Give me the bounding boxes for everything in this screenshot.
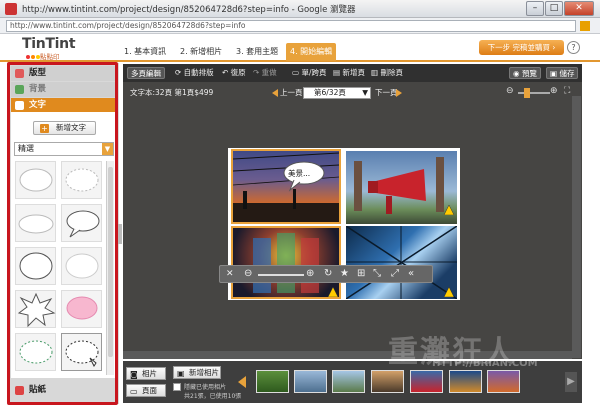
- minimize-button[interactable]: –: [526, 1, 544, 16]
- grid-icon[interactable]: ⊞: [357, 268, 365, 279]
- prev-arrow-icon[interactable]: [272, 89, 278, 97]
- add-photo-label: 新增相片: [189, 368, 219, 377]
- pages-tab-label: 頁面: [142, 386, 157, 395]
- multi-page-edit-button[interactable]: 多頁編輯: [127, 67, 165, 79]
- warning-icon: [443, 204, 455, 216]
- hide-used-checkbox[interactable]: [173, 383, 181, 391]
- save-button[interactable]: ▣ 儲存: [546, 67, 579, 79]
- photo-light-tunnel[interactable]: [231, 226, 341, 299]
- browser-title-bar: http://www.tintint.com/project/design/85…: [0, 0, 600, 18]
- step-apply-theme[interactable]: 3. 套用主題: [232, 43, 282, 61]
- zoom-in-icon[interactable]: ⊕: [550, 86, 558, 96]
- maximize-button[interactable]: □: [545, 1, 563, 16]
- step-start-editing[interactable]: 4. 開始編輯: [286, 43, 337, 61]
- zoom-out-icon[interactable]: ⊖: [506, 86, 514, 96]
- redo-button[interactable]: ↷ 重做: [253, 67, 277, 79]
- chevron-down-icon: ▼: [362, 88, 368, 97]
- add-page-button[interactable]: ▤ 新增頁: [333, 67, 365, 79]
- book-info: 文字本:32頁 第1頁$499: [130, 88, 214, 97]
- page-icon: ▭: [130, 387, 138, 396]
- step-basic-info[interactable]: 1. 基本資訊: [120, 43, 170, 61]
- more-icon[interactable]: «: [408, 268, 414, 279]
- delete-page-button[interactable]: ▥ 刪除頁: [371, 67, 403, 79]
- logo-dots: [26, 52, 41, 61]
- url-field[interactable]: http://www.tintint.com/project/design/85…: [6, 20, 576, 32]
- photos-tab[interactable]: ◙ 相片: [126, 367, 166, 380]
- panel-collapse-handle[interactable]: [118, 224, 122, 244]
- redo-label: 重做: [261, 68, 277, 77]
- add-photo-icon: ▣: [177, 369, 185, 378]
- address-bar: http://www.tintint.com/project/design/85…: [0, 18, 600, 34]
- film-thumb-megaphone[interactable]: [410, 370, 443, 393]
- photos-tab-label: 相片: [142, 369, 157, 378]
- warning-icon: [327, 286, 339, 298]
- delete-page-label: 刪除頁: [380, 68, 403, 77]
- save-label: 儲存: [559, 69, 575, 78]
- close-button[interactable]: ✕: [564, 1, 594, 16]
- page-select[interactable]: 第6/32頁 ▼: [303, 87, 371, 99]
- undo-label: 復原: [230, 68, 246, 77]
- next-arrow-icon[interactable]: [396, 89, 402, 97]
- photo-glass-ceiling[interactable]: [345, 225, 458, 300]
- rotate-icon[interactable]: ↻: [324, 268, 332, 279]
- zoom-slider-handle[interactable]: [524, 88, 530, 98]
- preview-label: 預覽: [521, 69, 537, 78]
- highlight-frame: [7, 62, 118, 405]
- browser-app-icon: [5, 3, 17, 15]
- photo-megaphone[interactable]: [346, 151, 457, 224]
- page-select-value: 第6/32頁: [314, 88, 346, 97]
- fit-icon[interactable]: ⤡: [373, 268, 381, 279]
- add-photo-button[interactable]: ▣ 新增相片: [173, 366, 221, 379]
- next-step-button[interactable]: 下一步 完稿並購買 ›: [479, 40, 564, 55]
- camera-icon: ◙: [130, 370, 138, 379]
- zoom-in-icon[interactable]: ⊕: [306, 268, 314, 279]
- add-page-label: 新增頁: [342, 68, 365, 77]
- extension-icon[interactable]: [580, 21, 590, 31]
- prev-page-link[interactable]: 上一頁: [280, 87, 303, 98]
- film-thumb-sunset[interactable]: [487, 370, 520, 393]
- image-zoom-slider[interactable]: [258, 274, 304, 276]
- film-prev-arrow-icon[interactable]: [238, 376, 246, 388]
- help-icon[interactable]: ?: [567, 41, 580, 54]
- zoom-slider[interactable]: [518, 92, 550, 94]
- next-page-link[interactable]: 下一頁: [375, 87, 398, 98]
- replace-icon[interactable]: ⤢: [391, 268, 399, 279]
- fullscreen-icon[interactable]: ⛶: [564, 86, 570, 96]
- bubble-text: 美景...: [288, 169, 311, 178]
- zoom-out-icon[interactable]: ⊖: [244, 268, 252, 279]
- close-icon[interactable]: ✕: [226, 269, 234, 279]
- watermark-url: HTTP://BRIAN.COM: [432, 358, 538, 369]
- auto-layout-button[interactable]: ⟳ 自動排版: [175, 67, 214, 79]
- film-thumb-street[interactable]: [371, 370, 404, 393]
- step-add-photos[interactable]: 2. 新增相片: [176, 43, 226, 61]
- film-thumb-city[interactable]: [294, 370, 327, 393]
- canvas-vertical-scrollbar[interactable]: [572, 96, 581, 358]
- film-thumb-park[interactable]: [332, 370, 365, 393]
- single-double-button[interactable]: ▭ 單/跨頁: [292, 67, 327, 79]
- auto-layout-label: 自動排版: [183, 68, 214, 77]
- preview-button[interactable]: ◉ 預覽: [509, 67, 541, 79]
- undo-button[interactable]: ↶ 復原: [222, 67, 246, 79]
- star-icon[interactable]: ★: [340, 268, 349, 279]
- brand-logo-sub: 點點印: [40, 53, 60, 61]
- warning-icon: [443, 286, 455, 298]
- film-next-arrow-icon[interactable]: ▶: [565, 372, 577, 392]
- photo-count: 共21張，已使用10張: [184, 393, 242, 400]
- pages-tab[interactable]: ▭ 頁面: [126, 384, 166, 397]
- film-thumb-flower[interactable]: [256, 370, 289, 393]
- hide-used-label: 隱藏已使用相片: [184, 384, 227, 391]
- single-double-label: 單/跨頁: [301, 68, 327, 77]
- brand-logo[interactable]: TinTint: [22, 36, 76, 52]
- image-edit-toolbar: ✕ ⊖ ⊕ ↻ ★ ⊞ ⤡ ⤢ «: [219, 265, 433, 283]
- window-title: http://www.tintint.com/project/design/85…: [22, 5, 356, 15]
- film-thumb-tunnel[interactable]: [449, 370, 482, 393]
